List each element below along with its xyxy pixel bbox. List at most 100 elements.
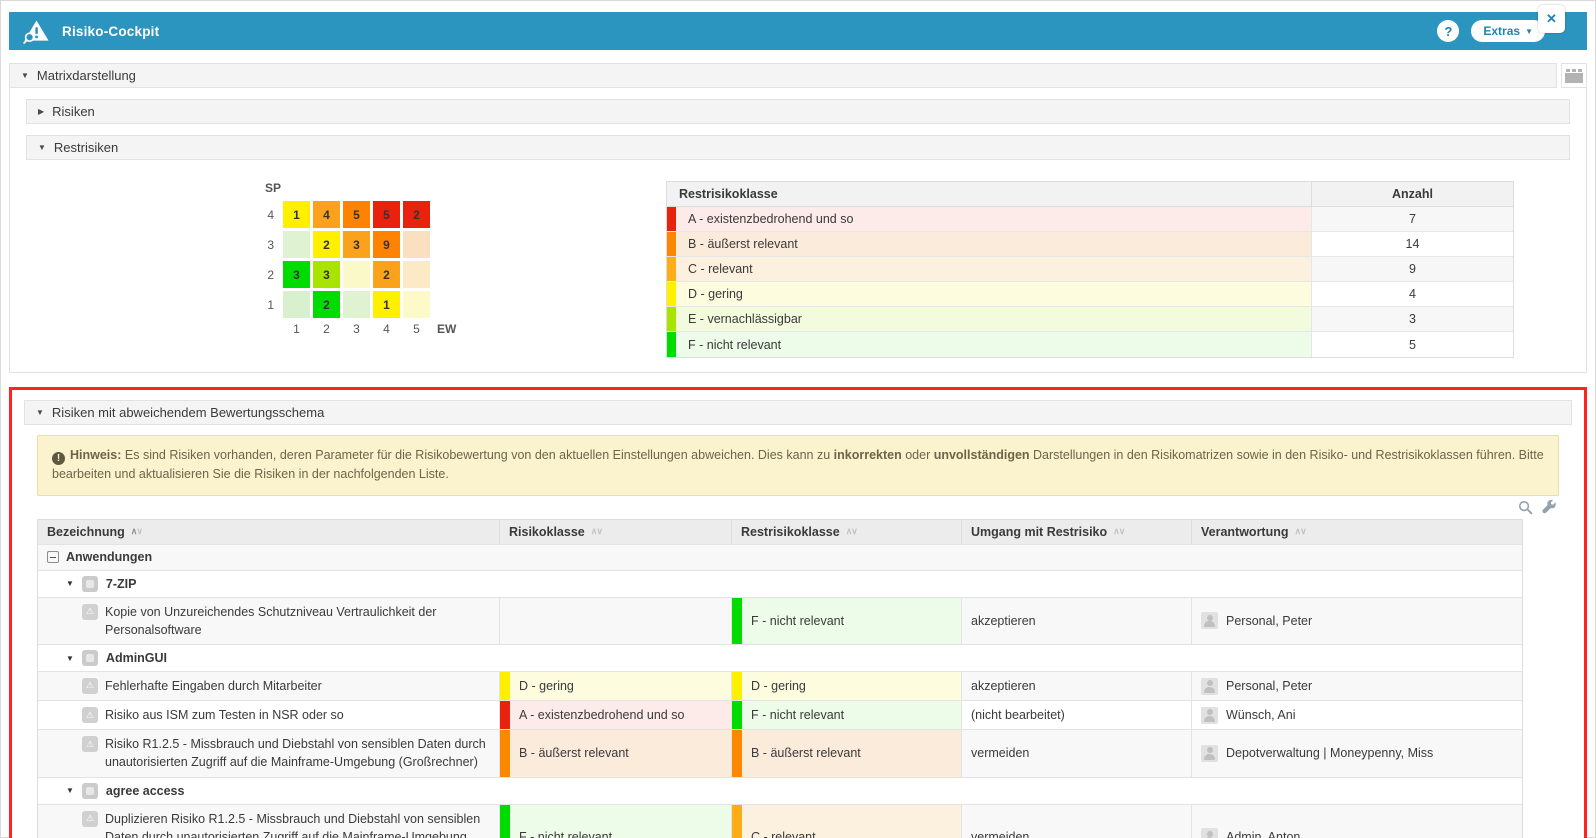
- restrisikoklasse-row[interactable]: D - gering 4: [667, 282, 1513, 307]
- matrix-cell[interactable]: 3: [283, 261, 310, 288]
- matrix-cell[interactable]: 4: [313, 201, 340, 228]
- risk-name: Risiko aus ISM zum Testen in NSR oder so: [105, 706, 344, 724]
- matrix-col-label: 5: [403, 322, 430, 336]
- risk-warning-icon: ⚠: [82, 736, 98, 752]
- class-color-stripe: [732, 672, 742, 700]
- matrix-cell[interactable]: 2: [403, 201, 430, 228]
- group-row-anwendungen[interactable]: Anwendungen: [38, 544, 1522, 570]
- matrix-cell: [403, 261, 430, 288]
- class-color-stripe: [667, 207, 676, 231]
- grid-icon: [1565, 69, 1583, 83]
- risiko-cockpit-window: Risiko-Cockpit ? Extras ▼ ✕ ▼ Matrixdars…: [0, 0, 1596, 838]
- app-title: Risiko-Cockpit: [62, 24, 159, 39]
- caret-down-icon[interactable]: ▼: [66, 786, 74, 795]
- wrench-icon[interactable]: [1542, 500, 1557, 515]
- close-button[interactable]: ✕: [1538, 5, 1565, 33]
- risk-analysis-logo-icon: [23, 19, 50, 44]
- matrix-cell[interactable]: 3: [313, 261, 340, 288]
- caret-down-icon[interactable]: ▼: [21, 71, 29, 80]
- risk-row[interactable]: ⚠Risiko aus ISM zum Testen in NSR oder s…: [38, 700, 1522, 729]
- restrisikoklasse-row[interactable]: B - äußerst relevant 14: [667, 232, 1513, 257]
- matrix-cell[interactable]: 5: [343, 201, 370, 228]
- caret-down-icon[interactable]: ▼: [36, 408, 44, 417]
- restrisikoklasse-badge: B - äußerst relevant: [732, 730, 961, 776]
- column-header-risikoklasse[interactable]: Risikoklasse∧∨: [500, 520, 732, 544]
- column-header-verantwortung[interactable]: Verantwortung∧∨: [1192, 520, 1522, 544]
- extras-button[interactable]: Extras ▼: [1471, 20, 1545, 42]
- risk-row[interactable]: ⚠Kopie von Unzureichendes Schutzniveau V…: [38, 597, 1522, 644]
- class-count: 14: [1311, 232, 1513, 256]
- collapse-icon[interactable]: [47, 551, 59, 563]
- risk-name: Kopie von Unzureichendes Schutzniveau Ve…: [105, 603, 491, 639]
- matrix-cell[interactable]: 2: [313, 291, 340, 318]
- verantwortung-value: Wünsch, Ani: [1226, 708, 1295, 722]
- class-color-stripe: [667, 332, 676, 357]
- search-icon[interactable]: [1518, 500, 1533, 515]
- risk-name: Risiko R1.2.5 - Missbrauch und Diebstahl…: [105, 735, 491, 771]
- verantwortung-value: Personal, Peter: [1226, 614, 1312, 628]
- class-count: 4: [1311, 282, 1513, 306]
- caret-right-icon[interactable]: ▶: [38, 107, 44, 116]
- avatar-icon: [1201, 745, 1218, 762]
- restrisikoklasse-badge: F - nicht relevant: [732, 598, 961, 644]
- matrix-cell[interactable]: 2: [373, 261, 400, 288]
- class-label: B - äußerst relevant: [688, 237, 798, 251]
- layout-grid-button[interactable]: [1561, 63, 1587, 88]
- column-header-restrisikoklasse: Restrisikoklasse: [667, 182, 1311, 206]
- matrix-cell[interactable]: 9: [373, 231, 400, 258]
- umgang-value: akzeptieren: [971, 614, 1036, 628]
- umgang-value: (nicht bearbeitet): [971, 708, 1065, 722]
- hinweis-notice: !Hinweis: Es sind Risiken vorhanden, der…: [37, 435, 1559, 496]
- subgroup-label: agree access: [106, 784, 185, 798]
- section-header-matrixdarstellung[interactable]: ▼ Matrixdarstellung: [9, 63, 1557, 88]
- caret-down-icon[interactable]: ▼: [66, 654, 74, 663]
- risk-row[interactable]: ⚠ Risiko R1.2.5 - Missbrauch und Diebstah…: [38, 729, 1522, 776]
- class-color-stripe: [667, 232, 676, 256]
- column-header-bezeichnung[interactable]: Bezeichnung∧∨: [38, 520, 500, 544]
- matrix-cell[interactable]: 2: [313, 231, 340, 258]
- risk-matrix: SP 4145523239233212112345EW: [26, 181, 666, 358]
- restrisikoklasse-badge: F - nicht relevant: [732, 701, 961, 729]
- matrix-cell[interactable]: 5: [373, 201, 400, 228]
- class-label: A - existenzbedrohend und so: [688, 212, 853, 226]
- class-color-stripe: [500, 805, 510, 838]
- risikoklasse-badge: B - äußerst relevant: [500, 730, 731, 776]
- class-color-stripe: [500, 672, 510, 700]
- class-label: F - nicht relevant: [688, 338, 781, 352]
- risk-row[interactable]: ⚠Duplizieren Risiko R1.2.5 - Missbrauch …: [38, 804, 1522, 838]
- restrisikoklassen-table: Restrisikoklasse Anzahl A - existenzbedr…: [666, 181, 1514, 358]
- column-header-restrisikoklasse[interactable]: Restrisikoklasse∧∨: [732, 520, 962, 544]
- section-header-restrisiken[interactable]: ▼ Restrisiken: [26, 135, 1570, 160]
- restrisikoklasse-row[interactable]: F - nicht relevant 5: [667, 332, 1513, 357]
- matrix-cell[interactable]: 3: [343, 231, 370, 258]
- class-color-stripe: [667, 282, 676, 306]
- subgroup-row[interactable]: ▼ agree access: [38, 777, 1522, 804]
- caret-down-icon[interactable]: ▼: [38, 143, 46, 152]
- subgroup-row[interactable]: ▼7-ZIP: [38, 570, 1522, 597]
- umgang-value: vermeiden: [971, 830, 1029, 838]
- matrix-cell[interactable]: 1: [373, 291, 400, 318]
- class-color-stripe: [667, 257, 676, 281]
- restrisikoklasse-badge: D - gering: [732, 672, 961, 700]
- class-color-stripe: [732, 730, 742, 776]
- class-color-stripe: [732, 598, 742, 644]
- matrix-cell[interactable]: 1: [283, 201, 310, 228]
- restrisikoklasse-row[interactable]: C - relevant9: [667, 257, 1513, 282]
- class-color-stripe: [732, 701, 742, 729]
- risk-warning-icon: ⚠: [82, 678, 98, 694]
- section-header-abweichend[interactable]: ▼ Risiken mit abweichendem Bewertungssch…: [24, 400, 1572, 425]
- class-color-stripe: [500, 730, 510, 776]
- matrix-cell: [343, 291, 370, 318]
- class-count: 5: [1311, 332, 1513, 357]
- restrisikoklasse-row[interactable]: A - existenzbedrohend und so7: [667, 207, 1513, 232]
- caret-down-icon[interactable]: ▼: [66, 579, 74, 588]
- subgroup-row[interactable]: ▼AdminGUI: [38, 644, 1522, 671]
- matrix-cell: [343, 261, 370, 288]
- column-header-umgang-mit-restrisiko[interactable]: Umgang mit Restrisiko∧∨: [962, 520, 1192, 544]
- restrisikoklasse-row[interactable]: E - vernachlässigbar3: [667, 307, 1513, 332]
- section-header-risiken[interactable]: ▶ Risiken: [26, 99, 1570, 124]
- help-button[interactable]: ?: [1437, 20, 1459, 42]
- abweichende-risiken-table: Bezeichnung∧∨Risikoklasse∧∨Restrisikokla…: [37, 519, 1523, 838]
- class-label: D - gering: [688, 287, 743, 301]
- risk-row[interactable]: ⚠Fehlerhafte Eingaben durch MitarbeiterD…: [38, 671, 1522, 700]
